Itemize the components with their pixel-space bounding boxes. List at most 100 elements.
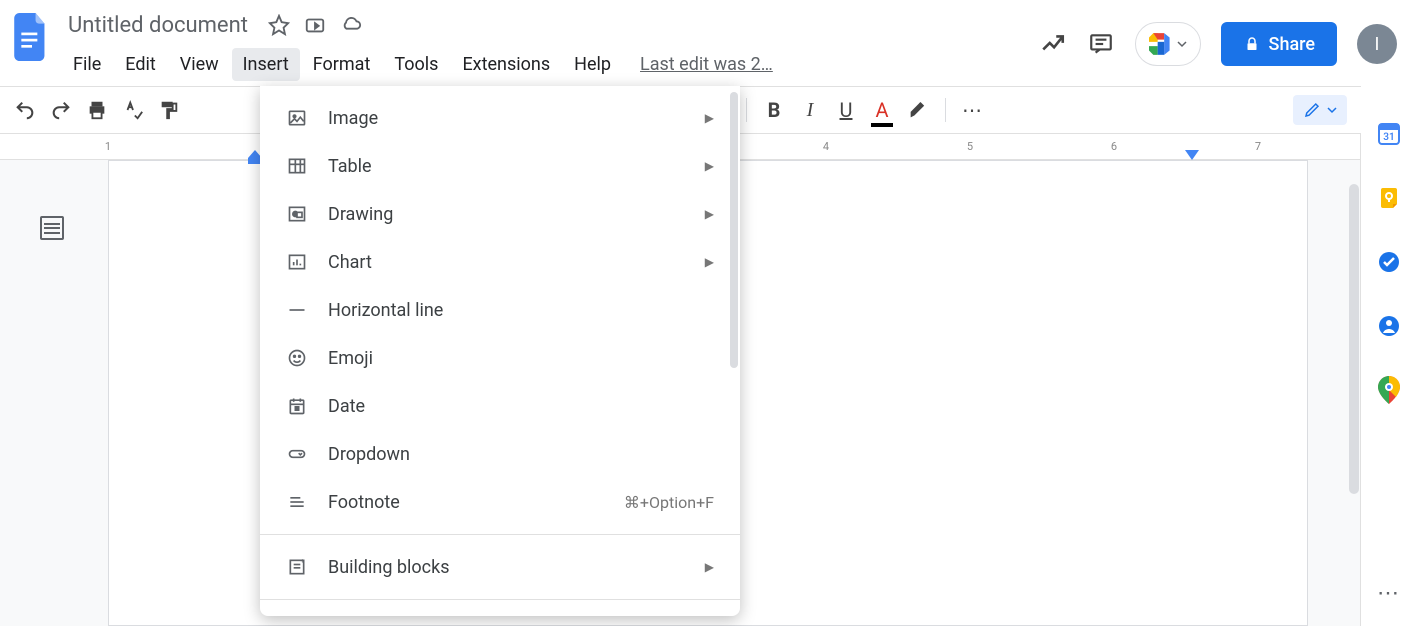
menu-item-building-blocks[interactable]: + Building blocks ▶ (260, 543, 740, 591)
menu-insert[interactable]: Insert (232, 48, 300, 81)
spellcheck-button[interactable] (118, 95, 148, 125)
chevron-down-icon (1177, 39, 1187, 49)
underline-button[interactable]: U (831, 95, 861, 125)
drawing-icon (286, 203, 308, 225)
chevron-down-icon (1327, 105, 1337, 115)
right-indent-marker[interactable] (1185, 150, 1199, 160)
keep-app-icon[interactable] (1377, 186, 1401, 210)
svg-text:31: 31 (1383, 132, 1394, 143)
tasks-app-icon[interactable] (1377, 250, 1401, 274)
redo-button[interactable] (46, 95, 76, 125)
last-edit-link[interactable]: Last edit was 2… (640, 54, 773, 75)
more-button[interactable]: ⋯ (958, 95, 988, 125)
ruler-number: 7 (1255, 140, 1261, 153)
meet-button[interactable] (1135, 22, 1201, 66)
share-label: Share (1269, 34, 1315, 55)
emoji-icon (286, 347, 308, 369)
menu-format[interactable]: Format (302, 48, 382, 81)
maps-app-icon[interactable] (1377, 378, 1401, 402)
side-panel: 31 ⋯ (1361, 86, 1417, 626)
menu-label: Table (328, 156, 685, 177)
menu-edit[interactable]: Edit (114, 48, 166, 81)
menu-item-footnote[interactable]: Footnote ⌘+Option+F (260, 478, 740, 526)
menu-item-table[interactable]: Table ▶ (260, 142, 740, 190)
menu-label: Chart (328, 252, 685, 273)
menu-item-emoji[interactable]: Emoji (260, 334, 740, 382)
lock-icon (1243, 35, 1261, 53)
menu-item-dropdown[interactable]: Dropdown (260, 430, 740, 478)
menu-label: Date (328, 396, 714, 417)
menu-item-date[interactable]: Date (260, 382, 740, 430)
ruler-number: 6 (1111, 140, 1117, 153)
bold-button[interactable]: B (759, 95, 789, 125)
highlight-button[interactable] (903, 95, 933, 125)
menu-label: Building blocks (328, 557, 685, 578)
contacts-app-icon[interactable] (1377, 314, 1401, 338)
submenu-arrow-icon: ▶ (705, 207, 714, 221)
undo-button[interactable] (10, 95, 40, 125)
editing-mode-button[interactable] (1293, 95, 1347, 125)
menu-label: Footnote (328, 492, 604, 513)
insert-menu: Image ▶ Table ▶ Drawing ▶ Chart ▶ Horizo… (260, 86, 740, 616)
outline-button[interactable] (40, 216, 64, 240)
activity-icon[interactable] (1039, 30, 1067, 58)
submenu-arrow-icon: ▶ (705, 560, 714, 574)
menu-divider (260, 599, 740, 600)
move-icon[interactable] (304, 14, 326, 36)
menu-scrollbar[interactable] (730, 92, 738, 368)
comments-icon[interactable] (1087, 30, 1115, 58)
menu-item-image[interactable]: Image ▶ (260, 94, 740, 142)
footnote-icon (286, 491, 308, 513)
ruler-number: 1 (105, 140, 111, 153)
title-row: Untitled document (62, 8, 1039, 42)
cloud-status-icon[interactable] (340, 14, 362, 36)
title-area: Untitled document File Edit View Insert … (62, 8, 1039, 81)
share-button[interactable]: Share (1221, 22, 1337, 66)
menu-item-horizontal-line[interactable]: Horizontal line (260, 286, 740, 334)
menu-tools[interactable]: Tools (383, 48, 449, 81)
menu-item-drawing[interactable]: Drawing ▶ (260, 190, 740, 238)
blocks-icon: + (286, 556, 308, 578)
menu-label: Dropdown (328, 444, 714, 465)
dropdown-icon (286, 443, 308, 465)
paint-format-button[interactable] (154, 95, 184, 125)
ruler-number: 5 (967, 140, 973, 153)
menu-help[interactable]: Help (563, 48, 622, 81)
print-button[interactable] (82, 95, 112, 125)
header: Untitled document File Edit View Insert … (0, 0, 1417, 86)
menu-label: Image (328, 108, 685, 129)
menu-label: Horizontal line (328, 300, 714, 321)
image-icon (286, 107, 308, 129)
submenu-arrow-icon: ▶ (705, 111, 714, 125)
meet-icon (1149, 33, 1175, 55)
italic-button[interactable]: I (795, 95, 825, 125)
menu-shortcut: ⌘+Option+F (624, 493, 714, 512)
menu-label: Drawing (328, 204, 685, 225)
separator (746, 98, 747, 122)
menu-item-chart[interactable]: Chart ▶ (260, 238, 740, 286)
menubar: File Edit View Insert Format Tools Exten… (62, 48, 1039, 81)
table-icon (286, 155, 308, 177)
menu-label: Emoji (328, 348, 714, 369)
calendar-app-icon[interactable]: 31 (1377, 122, 1401, 146)
menu-view[interactable]: View (169, 48, 230, 81)
document-title[interactable]: Untitled document (62, 11, 254, 40)
submenu-arrow-icon: ▶ (705, 159, 714, 173)
pencil-icon (1303, 101, 1321, 119)
svg-text:+: + (300, 557, 304, 565)
date-icon (286, 395, 308, 417)
docs-logo[interactable] (12, 10, 52, 64)
hline-icon (286, 299, 308, 321)
separator (945, 98, 946, 122)
menu-file[interactable]: File (62, 48, 112, 81)
menu-extensions[interactable]: Extensions (451, 48, 561, 81)
submenu-arrow-icon: ▶ (705, 255, 714, 269)
side-panel-more[interactable]: ⋯ (1377, 581, 1401, 606)
chart-icon (286, 251, 308, 273)
avatar[interactable]: I (1357, 24, 1397, 64)
star-icon[interactable] (268, 14, 290, 36)
text-color-button[interactable]: A (867, 95, 897, 125)
ruler-number: 4 (823, 140, 829, 153)
header-right: Share I (1039, 22, 1397, 66)
document-scrollbar[interactable] (1349, 184, 1359, 494)
